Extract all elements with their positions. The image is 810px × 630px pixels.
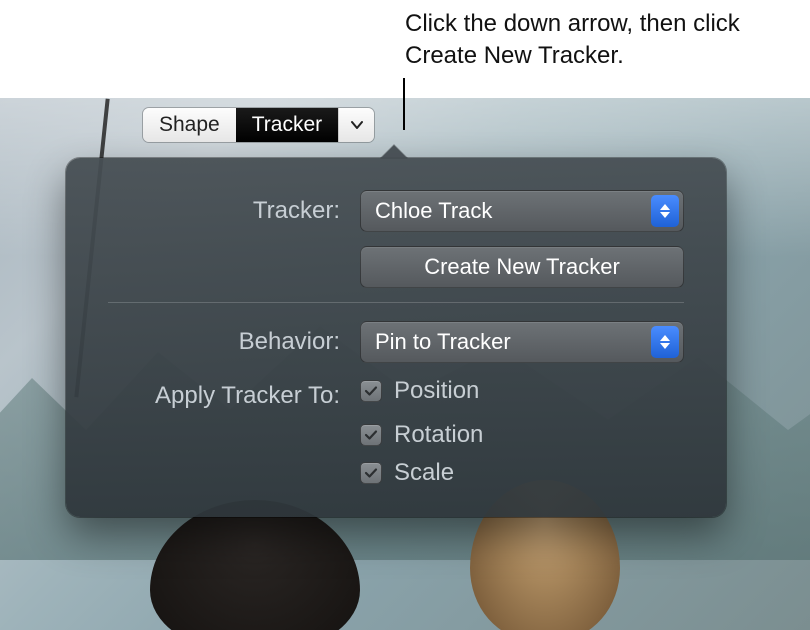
checkmark-icon [363, 383, 379, 399]
select-stepper-icon [651, 195, 679, 227]
apply-tracker-to-label: Apply Tracker To: [108, 382, 360, 410]
scale-checkbox[interactable] [360, 462, 382, 484]
checkmark-icon [363, 465, 379, 481]
rotation-checkbox-label: Rotation [394, 421, 483, 449]
behavior-select-value: Pin to Tracker [375, 329, 511, 355]
mode-segmented-control[interactable]: Shape Tracker [143, 108, 374, 142]
shape-tab[interactable]: Shape [143, 108, 236, 142]
position-checkbox[interactable] [360, 380, 382, 402]
position-checkbox-label: Position [394, 377, 479, 405]
segmented-dropdown-button[interactable] [338, 108, 374, 142]
behavior-label: Behavior: [108, 328, 360, 356]
behavior-select[interactable]: Pin to Tracker [360, 321, 684, 363]
select-stepper-icon [651, 326, 679, 358]
create-new-tracker-button[interactable]: Create New Tracker [360, 246, 684, 288]
tracker-popover: Tracker: Chloe Track Create New Tracker … [66, 158, 726, 517]
viewport: Shape Tracker Tracker: Chloe Track [0, 98, 810, 630]
instruction-caption: Click the down arrow, then click Create … [405, 6, 795, 77]
divider [108, 302, 684, 303]
tracker-select-value: Chloe Track [375, 198, 492, 224]
tracker-select[interactable]: Chloe Track [360, 190, 684, 232]
rotation-checkbox[interactable] [360, 424, 382, 446]
tracker-label: Tracker: [108, 197, 360, 225]
tracker-tab[interactable]: Tracker [236, 108, 338, 142]
checkmark-icon [363, 427, 379, 443]
chevron-down-icon [350, 118, 364, 132]
scale-checkbox-label: Scale [394, 459, 454, 487]
callout-line [403, 78, 405, 130]
